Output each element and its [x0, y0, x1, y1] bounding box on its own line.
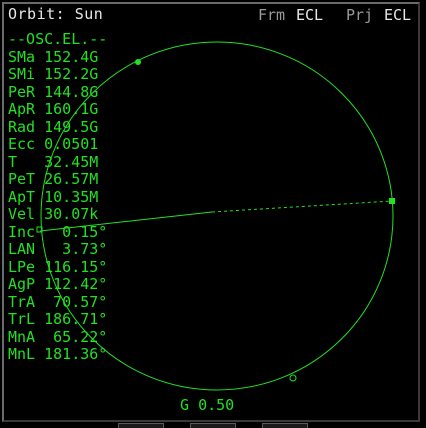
element-value: 10.35M [44, 187, 99, 206]
element-row: Inc 0.15° [8, 222, 108, 242]
element-value: 112.42° [44, 275, 108, 293]
element-row: TrA 70.57° [8, 292, 108, 312]
element-value: 0.15° [44, 222, 108, 241]
element-value: 181.36° [44, 345, 108, 363]
element-label: ApT [8, 187, 36, 206]
mfd-soft-button-1[interactable] [118, 423, 164, 428]
element-value: 152.4G [44, 47, 99, 66]
element-value: 3.73° [44, 240, 108, 258]
element-row: MnL 181.36° [8, 345, 108, 364]
element-label: MnA [8, 327, 36, 346]
element-label: Rad [8, 117, 36, 136]
element-row: ApR 160.1G [8, 100, 107, 119]
element-row: LAN 3.73° [8, 240, 108, 259]
descending-node-marker [289, 374, 297, 382]
element-label: TrL [8, 310, 36, 328]
ascending-node-marker [135, 59, 141, 65]
element-label: MnL [8, 345, 36, 363]
element-label: ApR [8, 100, 36, 118]
element-row: Vel 30.07k [8, 205, 107, 224]
element-row: TrL 186.71° [8, 310, 108, 329]
element-value: 160.1G [44, 100, 99, 118]
element-value: 186.71° [44, 310, 108, 328]
element-value: 26.57M [44, 170, 99, 188]
mfd-soft-button-3[interactable] [262, 423, 308, 428]
g-value: 0.50 [198, 396, 235, 414]
element-row: LPe 116.15° [8, 257, 108, 277]
element-value: 65.22° [44, 327, 108, 346]
element-value: 152.2G [44, 65, 99, 83]
element-value: 149.5G [44, 117, 99, 136]
element-label: T [8, 152, 18, 171]
element-label: Ecc [8, 135, 36, 153]
element-row: Ecc 0.0501 [8, 135, 107, 154]
element-value: 70.57° [44, 292, 108, 311]
element-label: PeT [8, 170, 36, 188]
element-row: AgP 112.42° [8, 275, 108, 294]
apsides-line [211, 200, 393, 213]
element-value: 32.45M [44, 152, 99, 171]
element-label: SMa [8, 47, 36, 66]
osculating-elements-panel: --OSC.EL.-- SMa 152.4G SMi 152.2G PeR 14… [8, 30, 108, 364]
element-row: ApT 10.35M [8, 187, 107, 207]
g-label: G [180, 396, 190, 414]
element-row: PeR 144.8G [8, 82, 107, 102]
element-label: PeR [8, 82, 36, 101]
element-value: 144.8G [44, 82, 99, 101]
element-value: 116.15° [44, 257, 108, 276]
apoapsis-marker [389, 198, 395, 204]
element-label: LPe [8, 257, 36, 276]
element-value: 0.0501 [44, 135, 99, 153]
element-row: Rad 149.5G [8, 117, 107, 137]
element-row: MnA 65.22° [8, 327, 108, 347]
element-value: 30.07k [44, 205, 99, 223]
element-label: SMi [8, 65, 36, 83]
mfd-soft-button-2[interactable] [190, 423, 236, 428]
element-row: SMa 152.4G [8, 47, 107, 67]
g-readout: G 0.50 [180, 396, 234, 414]
orbit-mfd: Orbit: Sun Frm ECL Prj ECL --OSC.EL.-- S… [0, 0, 426, 428]
element-row: T 32.45M [8, 152, 107, 172]
element-label: Vel [8, 205, 36, 223]
element-label: TrA [8, 292, 36, 311]
element-label: LAN [8, 240, 36, 258]
element-label: AgP [8, 275, 36, 293]
element-row: SMi 152.2G [8, 65, 107, 84]
elements-heading: --OSC.EL.-- [8, 30, 108, 48]
element-label: Inc [8, 222, 36, 241]
element-row: PeT 26.57M [8, 170, 107, 189]
